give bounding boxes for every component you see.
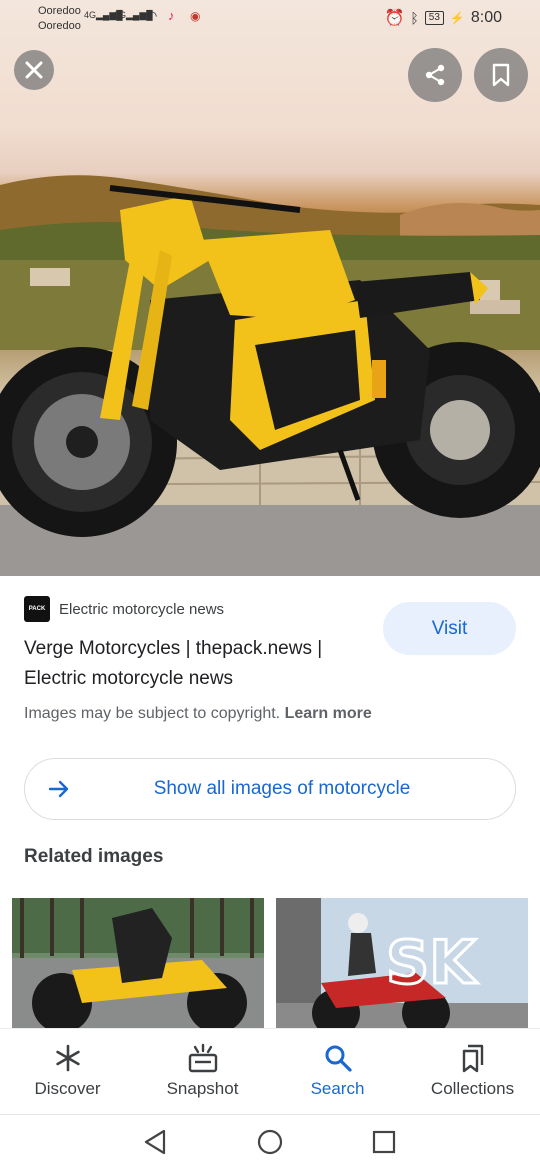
copyright-notice: Images may be subject to copyright. Lear…	[24, 705, 372, 723]
home-icon[interactable]	[257, 1129, 283, 1155]
wifi-icon: ◠	[146, 8, 158, 23]
share-button[interactable]	[408, 48, 462, 102]
source-logo: PACK	[24, 596, 50, 622]
close-icon	[25, 61, 43, 79]
source-logo-text: PACK	[28, 606, 46, 612]
show-all-images-button[interactable]: Show all images of motorcycle	[24, 758, 516, 820]
signal-2-type: 3G	[114, 10, 127, 20]
close-button[interactable]	[14, 50, 54, 90]
back-icon[interactable]	[144, 1129, 166, 1155]
bottom-navigation: Discover Snapshot Search Collections	[0, 1028, 540, 1114]
status-bar: Ooredoo Ooredoo 4G▂▄▆█ 3G▂▄▆█ ◠ ♪ ◉ ⏰ ᛒ …	[0, 0, 540, 38]
bookmark-button[interactable]	[474, 48, 528, 102]
visit-button[interactable]: Visit	[383, 602, 516, 655]
learn-more-link[interactable]: Learn more	[285, 705, 372, 722]
nav-snapshot-label: Snapshot	[166, 1079, 239, 1098]
status-right: ⏰ ᛒ 53 ⚡ 8:00	[384, 8, 502, 28]
nav-discover-label: Discover	[34, 1079, 101, 1098]
related-images-heading: Related images	[24, 846, 164, 867]
nav-collections-label: Collections	[430, 1079, 515, 1098]
result-title[interactable]: Verge Motorcycles | thepack.news | Elect…	[24, 634, 369, 694]
source-row[interactable]: PACK Electric motorcycle news	[24, 596, 224, 622]
related-image-2[interactable]: SK	[276, 898, 528, 1028]
thumbnail-motorcycle-forest	[12, 898, 264, 1028]
watermark-sk: SK	[386, 928, 478, 998]
share-icon	[425, 64, 445, 86]
battery-indicator: 53	[424, 11, 444, 25]
clock: 8:00	[470, 9, 502, 26]
system-navigation-bar	[0, 1114, 540, 1170]
arrow-right-icon	[48, 780, 69, 798]
nav-search[interactable]: Search	[270, 1029, 405, 1114]
snapshot-icon	[188, 1043, 217, 1073]
related-image-1[interactable]	[12, 898, 264, 1028]
system-nav-icons	[144, 1129, 396, 1155]
tiktok-icon: ♪	[168, 8, 175, 23]
asterisk-icon	[55, 1044, 80, 1072]
bluetooth-icon: ᛒ	[410, 10, 419, 26]
nav-discover[interactable]: Discover	[0, 1029, 135, 1114]
search-icon	[325, 1045, 352, 1072]
alarm-icon: ⏰	[384, 10, 405, 27]
signal-1-type: 4G	[84, 10, 97, 20]
bookmark-icon	[492, 63, 510, 87]
nav-collections[interactable]: Collections	[405, 1029, 540, 1114]
nav-snapshot[interactable]: Snapshot	[135, 1029, 270, 1114]
charging-icon: ⚡	[449, 11, 465, 25]
source-name: Electric motorcycle news	[59, 600, 225, 618]
thumbnail-motorcycle-track: SK	[276, 898, 528, 1028]
carrier-names: Ooredoo Ooredoo	[38, 4, 81, 34]
collections-icon	[462, 1044, 483, 1073]
nav-search-label: Search	[310, 1079, 365, 1098]
carrier-2: Ooredoo	[38, 20, 81, 32]
carrier-1: Ooredoo	[38, 5, 81, 17]
recents-icon[interactable]	[372, 1130, 396, 1154]
copyright-text: Images may be subject to copyright.	[24, 705, 281, 722]
show-all-label: Show all images of motorcycle	[153, 778, 411, 799]
app-notification-icon: ◉	[190, 9, 201, 23]
